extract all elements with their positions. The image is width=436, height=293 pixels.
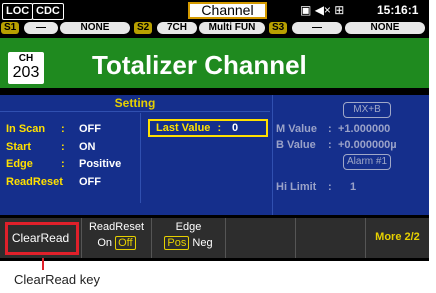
slot-2-channels: 7CH (157, 22, 197, 34)
readreset-softkey[interactable]: ReadReset On Off (82, 218, 152, 258)
setting-row-start: Start: ON (6, 141, 96, 153)
setting-header: Setting (114, 96, 156, 110)
edge-label: Edge (175, 221, 202, 233)
channel-badge: CH 203 (8, 52, 44, 84)
setting-row-edge: Edge: Positive (6, 158, 121, 170)
last-value-value: 0 (232, 122, 239, 134)
callout-label: ClearRead key (14, 272, 100, 287)
slot-1-dash: — (24, 22, 58, 34)
setting-row-readreset: ReadReset OFF (6, 176, 101, 188)
readreset-label: ReadReset (88, 221, 145, 233)
readreset-options: On Off (82, 236, 151, 250)
readreset-on-option: On (97, 237, 113, 249)
memory-icon: ▣ (300, 3, 312, 17)
row-sep: : (328, 139, 332, 151)
slot-3-dash: — (292, 22, 342, 34)
row-value: OFF (79, 123, 101, 135)
channel-title-bar: CH 203 Totalizer Channel (0, 38, 429, 88)
setting-row-in-scan: In Scan: OFF (6, 123, 101, 135)
m-value-row: M Value: +1.000000 (276, 123, 390, 135)
row-key: M Value (276, 123, 317, 135)
clearread-highlight-box (5, 222, 79, 255)
mxb-badge: MX+B (343, 102, 391, 118)
divider (272, 95, 273, 215)
menu-title: Channel (188, 2, 267, 19)
loc-indicator: LOC (2, 3, 34, 20)
slot-2-label: S2 (134, 22, 153, 34)
row-value: OFF (79, 176, 101, 188)
alarm-badge: Alarm #1 (343, 154, 391, 170)
row-key: In Scan (6, 123, 46, 135)
divider (140, 113, 141, 203)
status-icons: ▣ ◀× ⊞ (300, 3, 344, 18)
edge-neg-option: Neg (192, 237, 213, 249)
row-sep: : (328, 181, 332, 193)
hi-limit-row: Hi Limit: 1 (276, 181, 356, 193)
row-sep: : (328, 123, 332, 135)
row-sep: : (61, 123, 65, 135)
row-key: ReadReset (6, 176, 63, 188)
slot-bar: S1 — NONE S2 7CH Multi FUN S3 — NONE (0, 22, 429, 36)
b-value-row: B Value: +0.000000µ (276, 139, 397, 151)
row-value: +1.000000 (338, 123, 391, 135)
row-value: Positive (79, 158, 122, 170)
last-value-box: Last Value : 0 (148, 119, 268, 137)
row-key: B Value (276, 139, 316, 151)
status-bar: LOC CDC Channel ▣ ◀× ⊞ 15:16:1 (0, 0, 429, 22)
channel-number: 203 (12, 64, 40, 81)
row-value: ON (79, 141, 96, 153)
clock: 15:16:1 (377, 3, 419, 17)
row-value: +0.000000µ (338, 139, 397, 151)
slot-1-label: S1 (1, 22, 20, 34)
network-icon: ⊞ (334, 3, 345, 17)
slot-3-module: NONE (345, 22, 425, 34)
row-key: Start (6, 141, 32, 153)
row-sep: : (61, 158, 65, 170)
edge-pos-option: Pos (164, 236, 190, 250)
empty-softkey[interactable] (226, 218, 296, 258)
more-label: More 2/2 (375, 231, 420, 243)
row-value: 1 (350, 181, 357, 193)
channel-badge-label: CH (18, 53, 34, 64)
row-sep: : (61, 141, 65, 153)
cdc-indicator: CDC (32, 3, 64, 20)
empty-softkey[interactable] (296, 218, 366, 258)
row-key: Edge (6, 158, 33, 170)
page-title: Totalizer Channel (92, 50, 307, 80)
row-key: Hi Limit (276, 181, 317, 193)
readreset-off-option: Off (115, 236, 136, 250)
instrument-screen: LOC CDC Channel ▣ ◀× ⊞ 15:16:1 S1 — NONE… (0, 0, 429, 261)
softkey-bar: ClearRead ReadReset On Off Edge Pos Neg … (0, 218, 429, 261)
slot-1-module: NONE (60, 22, 130, 34)
settings-panel: Setting In Scan: OFF Start: ON Edge: Positi… (0, 95, 429, 215)
more-softkey[interactable]: More 2/2 (366, 218, 429, 258)
slot-2-module: Multi FUN (199, 22, 265, 34)
callout-pointer (42, 258, 44, 270)
edge-options: Pos Neg (152, 236, 225, 250)
last-value-label: Last Value (156, 122, 211, 134)
divider (0, 111, 270, 112)
last-value-sep: : (217, 122, 222, 134)
speaker-mute-icon: ◀× (314, 3, 331, 17)
edge-softkey[interactable]: Edge Pos Neg (152, 218, 226, 258)
slot-3-label: S3 (269, 22, 288, 34)
